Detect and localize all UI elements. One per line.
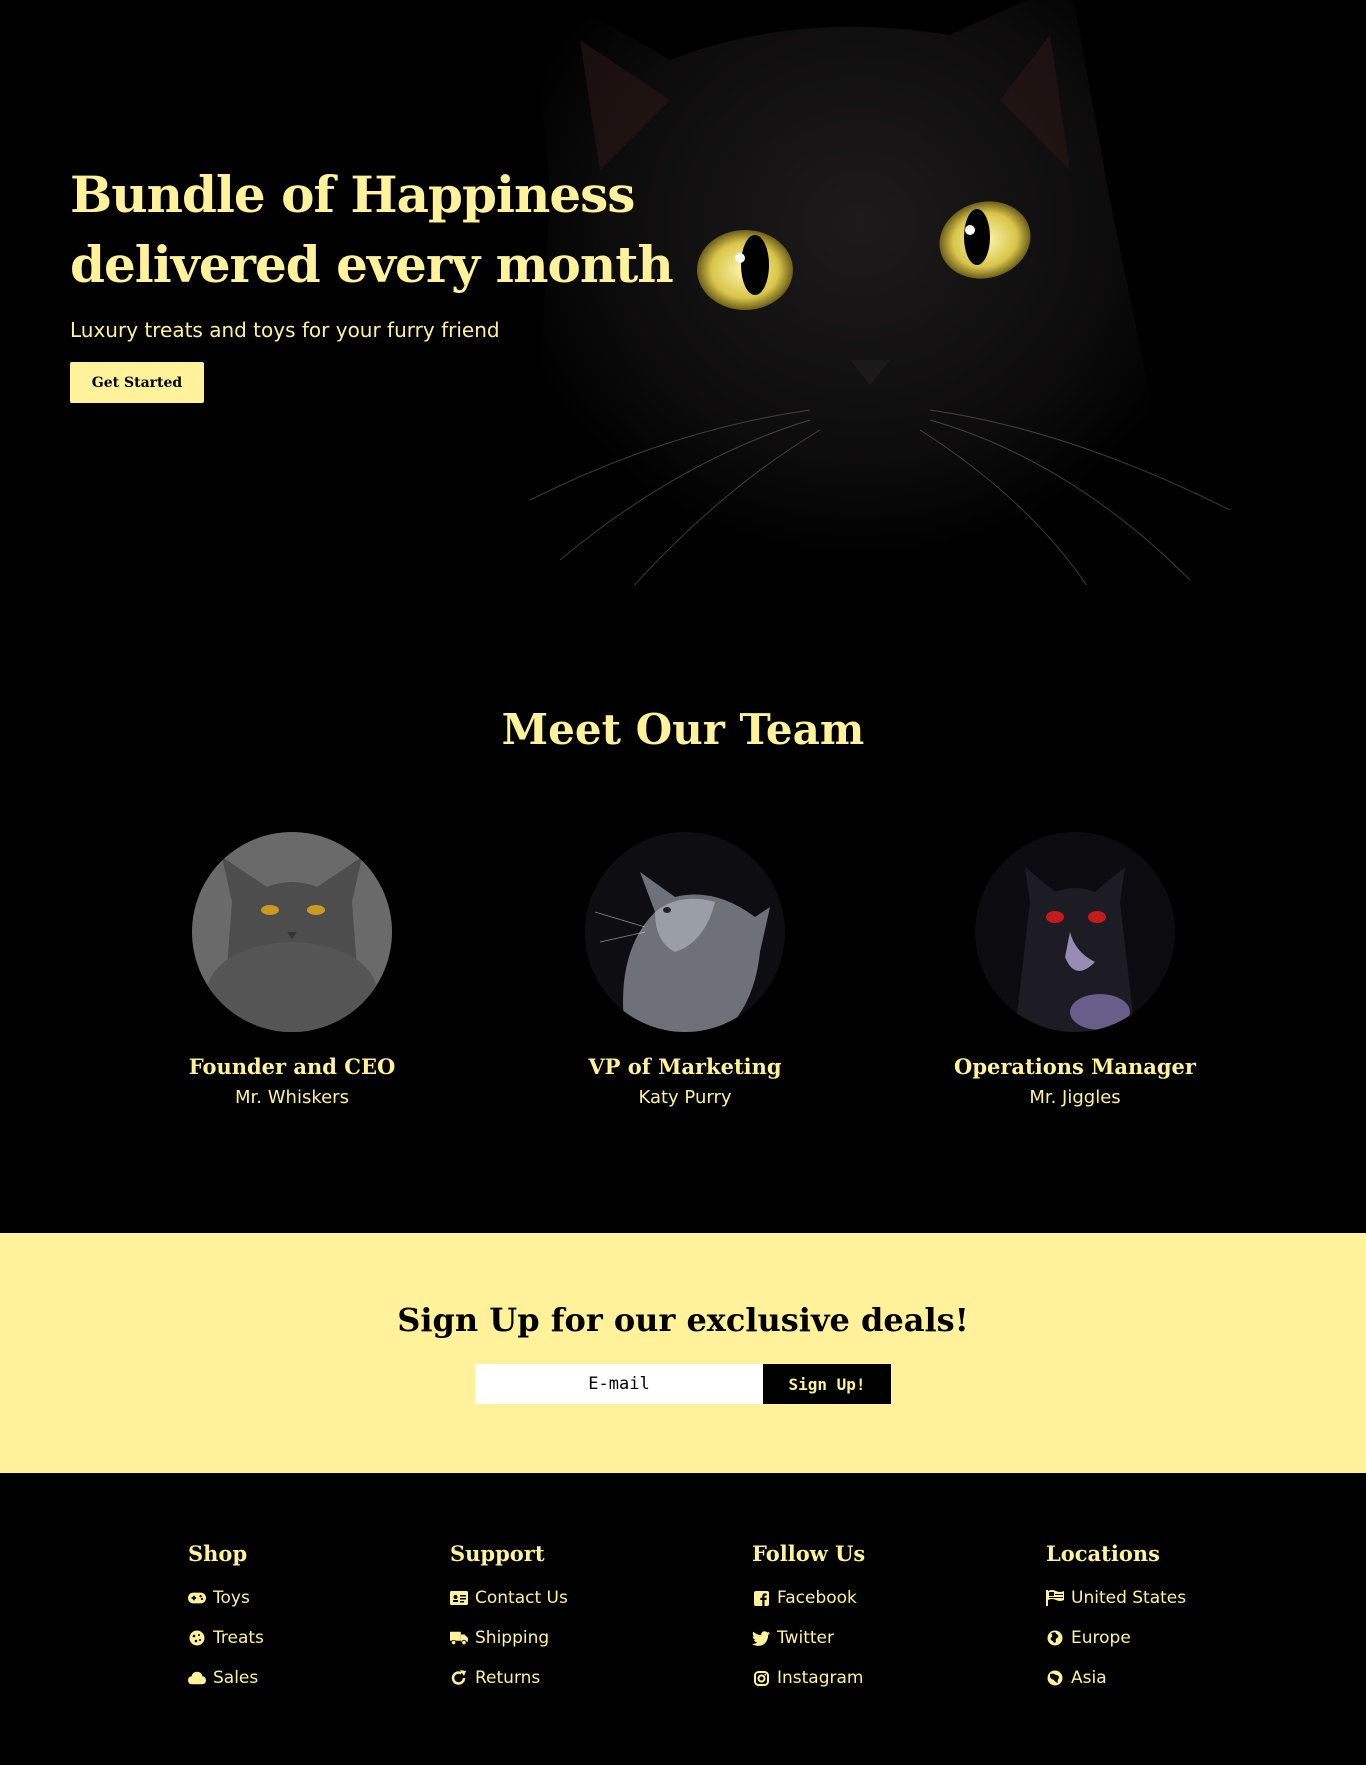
red-eyed-cat-avatar xyxy=(975,832,1175,1032)
email-input[interactable] xyxy=(475,1364,763,1404)
footer: Shop Toys Treats Sales Support Contact U… xyxy=(0,1473,1366,1765)
footer-column-shop: Shop Toys Treats Sales xyxy=(188,1541,264,1708)
footer-column-title: Locations xyxy=(1046,1541,1160,1566)
signup-title: Sign Up for our exclusive deals! xyxy=(397,1301,969,1339)
footer-link-europe[interactable]: Europe xyxy=(1046,1628,1186,1648)
cookie-icon xyxy=(188,1629,206,1647)
footer-link-facebook[interactable]: Facebook xyxy=(752,1588,865,1608)
footer-link-label: Shipping xyxy=(475,1628,550,1648)
footer-link-label: Toys xyxy=(213,1588,250,1608)
footer-link-label: Treats xyxy=(213,1628,264,1648)
footer-link-united-states[interactable]: United States xyxy=(1046,1588,1186,1608)
get-started-button[interactable]: Get Started xyxy=(70,362,204,403)
signup-section: Sign Up for our exclusive deals! Sign Up… xyxy=(0,1233,1366,1473)
footer-link-asia[interactable]: Asia xyxy=(1046,1668,1186,1688)
member-role: VP of Marketing xyxy=(588,1054,782,1079)
footer-link-label: Instagram xyxy=(777,1668,864,1688)
contact-card-icon xyxy=(450,1589,468,1607)
flag-usa-icon xyxy=(1046,1589,1064,1607)
instagram-icon xyxy=(752,1669,770,1687)
footer-link-shipping[interactable]: Shipping xyxy=(450,1628,568,1648)
cloud-icon xyxy=(188,1669,206,1687)
team-title: Meet Our Team xyxy=(501,705,865,754)
kitten-avatar xyxy=(585,832,785,1032)
member-name: Mr. Whiskers xyxy=(235,1087,349,1108)
footer-link-label: Contact Us xyxy=(475,1588,568,1608)
footer-link-contact-us[interactable]: Contact Us xyxy=(450,1588,568,1608)
footer-link-label: Asia xyxy=(1071,1668,1107,1688)
footer-link-treats[interactable]: Treats xyxy=(188,1628,264,1648)
footer-column-title: Follow Us xyxy=(752,1541,866,1566)
footer-link-label: Sales xyxy=(213,1668,259,1688)
hero-section: Bundle of Happiness delivered every mont… xyxy=(0,0,1366,585)
hero-content: Bundle of Happiness delivered every mont… xyxy=(70,160,674,403)
team-member-card: VP of Marketing Katy Purry xyxy=(535,832,835,1108)
team-member-card: Founder and CEO Mr. Whiskers xyxy=(142,832,442,1108)
signup-form: Sign Up! xyxy=(475,1364,891,1404)
member-name: Katy Purry xyxy=(638,1087,732,1108)
footer-link-returns[interactable]: Returns xyxy=(450,1668,568,1688)
footer-link-sales[interactable]: Sales xyxy=(188,1668,264,1688)
footer-link-label: Returns xyxy=(475,1668,541,1688)
member-name: Mr. Jiggles xyxy=(1029,1087,1121,1108)
member-role: Founder and CEO xyxy=(188,1054,396,1079)
globe-europe-icon xyxy=(1046,1629,1064,1647)
footer-link-instagram[interactable]: Instagram xyxy=(752,1668,865,1688)
hero-subtitle: Luxury treats and toys for your furry fr… xyxy=(70,318,500,342)
member-role: Operations Manager xyxy=(954,1054,1196,1079)
footer-column-title: Shop xyxy=(188,1541,248,1566)
footer-link-label: Twitter xyxy=(777,1628,834,1648)
footer-link-twitter[interactable]: Twitter xyxy=(752,1628,865,1648)
gamepad-icon xyxy=(188,1589,206,1607)
footer-link-toys[interactable]: Toys xyxy=(188,1588,264,1608)
hero-title: Bundle of Happiness delivered every mont… xyxy=(70,165,674,294)
twitter-icon xyxy=(752,1629,770,1647)
redo-icon xyxy=(450,1669,468,1687)
facebook-icon xyxy=(752,1589,770,1607)
footer-link-label: Europe xyxy=(1071,1628,1131,1648)
footer-link-label: Facebook xyxy=(777,1588,857,1608)
grey-cat-avatar xyxy=(192,832,392,1032)
footer-link-label: United States xyxy=(1071,1588,1187,1608)
footer-column-follow-us: Follow Us Facebook Twitter Instagram xyxy=(752,1541,865,1708)
footer-column-support: Support Contact Us Shipping Returns xyxy=(450,1541,568,1708)
team-section: Meet Our Team Founder and CEO Mr. Whiske… xyxy=(0,585,1366,1233)
footer-column-title: Support xyxy=(450,1541,545,1566)
team-member-card: Operations Manager Mr. Jiggles xyxy=(925,832,1225,1108)
globe-asia-icon xyxy=(1046,1669,1064,1687)
footer-column-locations: Locations United States Europe Asia xyxy=(1046,1541,1186,1708)
truck-icon xyxy=(450,1629,468,1647)
signup-button[interactable]: Sign Up! xyxy=(763,1364,891,1404)
